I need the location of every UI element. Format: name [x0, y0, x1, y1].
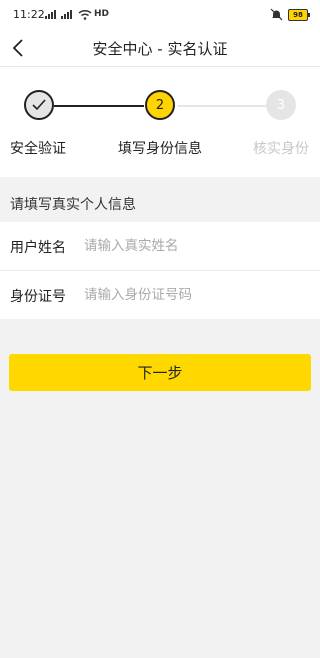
step-1-indicator — [24, 90, 54, 120]
status-bar: 11:22 HD 98 — [0, 0, 320, 30]
battery-icon: 98 — [288, 9, 310, 21]
name-row: 用户姓名 — [0, 222, 320, 271]
step-1-label: 安全验证 — [10, 141, 66, 157]
network-type: HD — [94, 9, 110, 19]
step-2-label: 填写身份信息 — [118, 141, 202, 157]
signal-icon — [45, 10, 57, 19]
step-3-indicator: 3 — [266, 90, 296, 120]
step-connector-done — [54, 105, 144, 107]
id-number-row: 身份证号 — [0, 271, 320, 319]
step-2-indicator: 2 — [145, 90, 175, 120]
name-input[interactable] — [84, 234, 304, 258]
name-label: 用户姓名 — [10, 240, 66, 256]
identity-form: 用户姓名 身份证号 — [0, 222, 320, 319]
id-number-label: 身份证号 — [10, 289, 66, 305]
wifi-icon — [78, 9, 92, 20]
step-connector-pending — [178, 105, 266, 107]
nav-bar: 安全中心 - 实名认证 — [0, 30, 320, 66]
form-hint: 请填写真实个人信息 — [10, 197, 136, 213]
next-step-button[interactable]: 下一步 — [9, 354, 311, 391]
signal-icon — [61, 10, 73, 19]
id-number-input[interactable] — [84, 283, 304, 307]
page-title: 安全中心 - 实名认证 — [92, 40, 228, 58]
status-time: 11:22 — [13, 8, 45, 21]
progress-stepper: 2 3 安全验证 填写身份信息 核实身份 — [0, 66, 320, 177]
mute-bell-icon — [270, 8, 283, 21]
step-3-label: 核实身份 — [253, 141, 309, 157]
checkmark-icon — [32, 99, 46, 111]
